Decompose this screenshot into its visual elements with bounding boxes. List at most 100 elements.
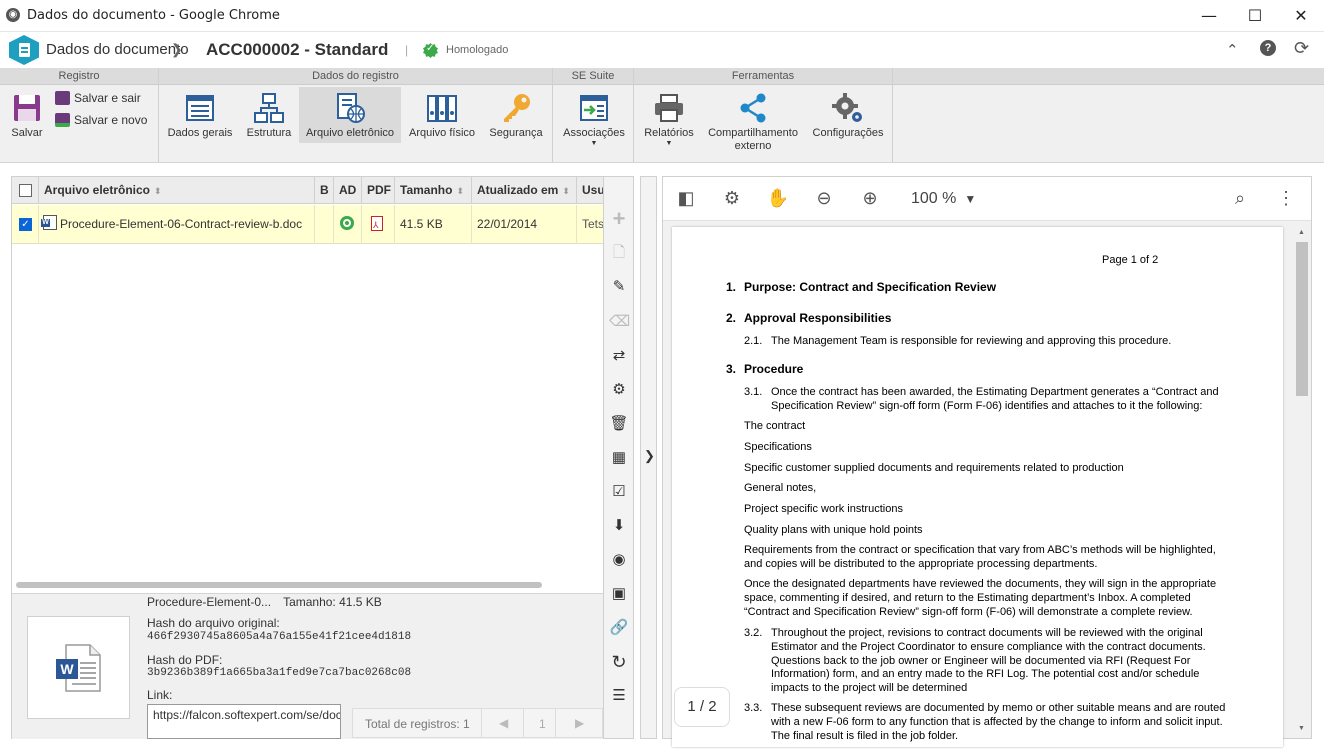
electronic-file-button[interactable]: Arquivo eletrônico [299, 87, 401, 143]
horizontal-scrollbar[interactable] [16, 582, 542, 588]
settings-label: Configurações [812, 127, 884, 139]
breadcrumb[interactable]: Dados do documento [46, 41, 189, 58]
paragraph: The final result is filed in the job fol… [771, 730, 959, 742]
help-icon[interactable]: ? [1260, 40, 1276, 56]
sort-icon: ⬍ [154, 186, 162, 196]
file-cell[interactable]: W Procedure-Element-06-Contract-review-b.… [39, 205, 315, 244]
pdf-cell[interactable]: ⅄ [362, 205, 395, 244]
paragraph: space, commenting if desired, and return… [744, 592, 1191, 604]
scroll-down-icon[interactable]: ▼ [1298, 725, 1305, 732]
select-all-checkbox[interactable] [12, 177, 39, 204]
binders-icon [426, 92, 458, 124]
delete-icon[interactable]: 🗑 [609, 414, 629, 434]
gear-icon[interactable]: ⚙ [720, 188, 744, 209]
column-header-pdf[interactable]: PDF [362, 177, 395, 204]
list-icon[interactable]: ☰ [609, 686, 629, 706]
zoom-select[interactable]: 100 % ▼ [911, 190, 976, 208]
column-header-b[interactable]: B [315, 177, 334, 204]
electronic-file-label: Arquivo eletrônico [305, 127, 395, 139]
updated-cell: 22/01/2014 [472, 205, 577, 244]
download-icon[interactable]: ⬇ [609, 516, 629, 536]
chevron-right-icon: ❯ [171, 41, 183, 57]
scroll-thumb[interactable] [1296, 242, 1308, 396]
refresh-icon[interactable]: ⟳ [1294, 38, 1309, 59]
column-label: Arquivo eletrônico [44, 183, 151, 197]
group-label: Dados do registro [159, 68, 552, 85]
edit-icon[interactable]: ✎ [609, 277, 629, 297]
share-icon [737, 92, 769, 124]
panel-toggle[interactable]: ❯ [640, 176, 657, 739]
add-file-icon[interactable]: 🗋 [609, 243, 629, 263]
security-button[interactable]: Segurança [485, 90, 547, 140]
page-number-text: Page 1 of 2 [1102, 254, 1159, 266]
zoom-out-icon[interactable]: ⊖ [812, 188, 836, 209]
vertical-scrollbar[interactable]: ▲ ▼ [1293, 227, 1311, 737]
svg-text:W: W [60, 661, 74, 677]
column-label: AD [339, 183, 357, 197]
column-header-file[interactable]: Arquivo eletrônico ⬍ [39, 177, 315, 204]
minimize-button[interactable]: — [1186, 0, 1232, 32]
column-label: PDF [367, 183, 391, 197]
column-header-ad[interactable]: AD [334, 177, 362, 204]
collapse-up-icon[interactable]: ⌃ [1226, 41, 1239, 59]
paragraph: Once the contract has been awarded, the … [771, 386, 1219, 398]
maximize-button[interactable]: ☐ [1232, 0, 1278, 32]
file-details: W Procedure-Element-0... Tamanho: 41.5 KB… [12, 593, 603, 739]
heading: Procedure [744, 362, 804, 376]
column-header-updated[interactable]: Atualizado em ⬍ [472, 177, 577, 204]
group-label: SE Suite [553, 68, 633, 85]
reports-button[interactable]: Relatórios ▼ [640, 90, 698, 148]
previous-page-icon[interactable]: ◀ [499, 716, 508, 730]
link-field[interactable]: https://falcon.softexpert.com/se/documen… [147, 704, 341, 739]
file-settings-icon[interactable]: ⚙ [609, 380, 629, 400]
add-icon[interactable]: + [609, 208, 629, 230]
save-button[interactable]: Salvar [7, 90, 47, 140]
table-row[interactable]: ✓ W Procedure-Element-06-Contract-review-… [12, 205, 603, 244]
grid-header: Arquivo eletrônico ⬍ B AD PDF Tamanho ⬍ At… [12, 177, 603, 204]
window-title: Dados do documento - Google Chrome [27, 8, 280, 23]
document-logo-icon [9, 35, 39, 65]
settings-button[interactable]: Configurações [808, 90, 888, 140]
replace-file-icon[interactable]: ⇄ [609, 346, 629, 366]
refresh-icon[interactable]: ↻ [609, 652, 629, 672]
paragraph: and copies will be distributed to the ap… [744, 558, 1098, 570]
word-doc-icon: W [41, 215, 57, 230]
row-checkbox[interactable]: ✓ [12, 205, 39, 244]
search-icon[interactable]: ⌕ [1228, 188, 1252, 209]
close-button[interactable]: ✕ [1278, 0, 1324, 32]
detail-size: Tamanho: 41.5 KB [283, 595, 382, 609]
paragraph: Project specific work instructions [744, 503, 903, 515]
paragraph: Throughout the project, revisions to con… [771, 627, 1203, 639]
paragraph: These subsequent reviews are documented … [771, 702, 1226, 714]
save-and-new-button[interactable]: Salvar e novo [55, 113, 147, 127]
zoom-in-icon[interactable]: ⊕ [858, 188, 882, 209]
associations-button[interactable]: Associações ▼ [559, 90, 629, 148]
sidebar-toggle-icon[interactable]: ◧ [674, 188, 698, 209]
ribbon-empty [893, 68, 1324, 163]
save-and-exit-button[interactable]: Salvar e sair [55, 91, 141, 105]
link-icon[interactable]: 🔗 [609, 618, 629, 638]
scroll-up-icon[interactable]: ▲ [1298, 229, 1305, 236]
checklist-icon[interactable]: ☑ [609, 482, 629, 502]
column-header-user[interactable]: Usu [577, 177, 603, 204]
certificate-icon[interactable]: ▣ [609, 584, 629, 604]
viewer-toolbar: ◧ ⚙ ✋ ⊖ ⊕ 100 % ▼ ⌕ ⋮ [663, 177, 1311, 221]
general-data-label: Dados gerais [167, 127, 233, 139]
physical-file-button[interactable]: Arquivo físico [405, 90, 479, 140]
pdf-icon: ⅄ [371, 216, 383, 231]
structure-button[interactable]: Estrutura [241, 90, 297, 140]
external-share-button[interactable]: Compartilhamento externo [704, 90, 802, 153]
more-options-icon[interactable]: ⋮ [1274, 188, 1298, 209]
pan-hand-icon[interactable]: ✋ [766, 188, 790, 209]
next-page-icon[interactable]: ▶ [575, 716, 584, 730]
view-icon[interactable]: ◉ [609, 550, 629, 570]
heading-number: 3. [726, 362, 737, 376]
approved-icon [423, 43, 438, 58]
general-data-button[interactable]: Dados gerais [164, 90, 236, 140]
total-records: Total de registros: 1 [365, 717, 470, 731]
eraser-icon[interactable]: ⌫ [609, 312, 630, 332]
chevron-right-icon: ❯ [644, 448, 655, 463]
column-header-size[interactable]: Tamanho ⬍ [395, 177, 472, 204]
ribbon-toolbar: Registro Dados do registro SE Suite Ferr… [0, 68, 1324, 163]
grid-view-icon[interactable]: ▦ [609, 448, 629, 468]
